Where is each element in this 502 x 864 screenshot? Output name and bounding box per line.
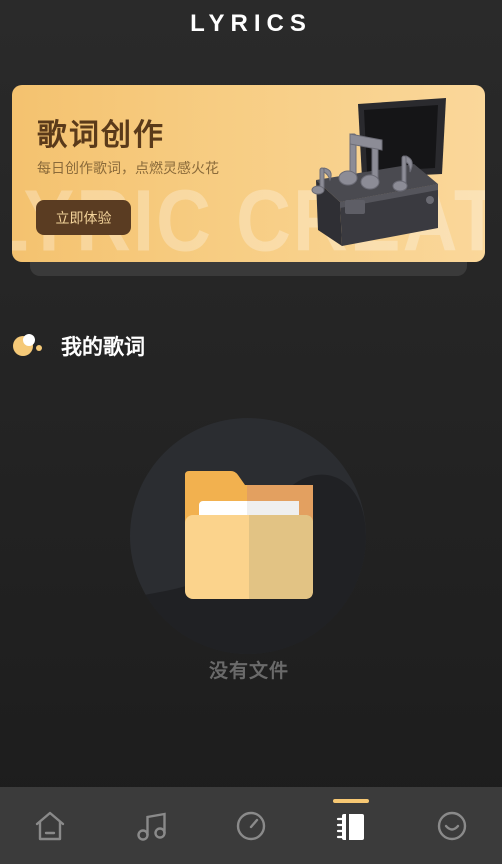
lyrics-section-icon [13, 334, 42, 356]
bottom-tab-bar [0, 787, 502, 864]
tab-home[interactable] [0, 787, 100, 864]
notebook-icon [337, 813, 365, 840]
tab-profile[interactable] [402, 787, 502, 864]
folder-icon [185, 471, 313, 599]
home-icon [36, 811, 65, 840]
music-note-icon [136, 812, 166, 841]
app-title: LYRICS [190, 10, 312, 37]
banner-title: 歌词创作 [37, 118, 165, 153]
gauge-icon [236, 811, 266, 840]
banner-subtitle: 每日创作歌词，点燃灵感火花 [37, 161, 219, 177]
empty-state-text: 没有文件 [208, 660, 289, 682]
my-lyrics-heading: 我的歌词 [61, 335, 145, 359]
try-now-button[interactable]: 立即体验 [36, 200, 131, 235]
active-tab-indicator [333, 799, 370, 803]
tab-music[interactable] [100, 787, 200, 864]
tab-notebook[interactable] [301, 787, 401, 864]
smiley-icon [437, 811, 467, 840]
tab-gauge[interactable] [201, 787, 301, 864]
music-box-icon [311, 98, 446, 246]
